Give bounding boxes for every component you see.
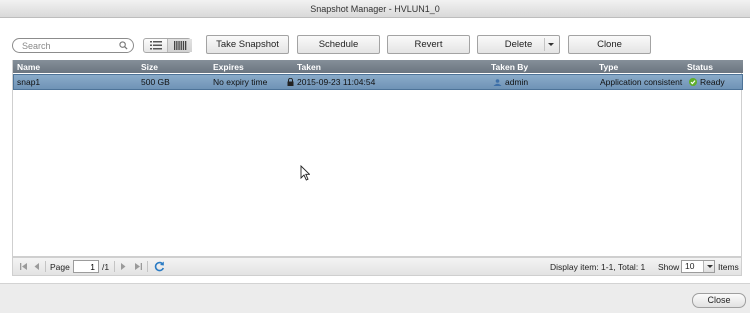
schedule-button[interactable]: Schedule — [297, 35, 380, 54]
row-taken: 2015-09-23 11:04:54 — [287, 75, 375, 89]
search-box[interactable] — [12, 38, 134, 53]
chevron-down-icon[interactable] — [548, 43, 554, 46]
clone-button[interactable]: Clone — [568, 35, 651, 54]
row-status: Ready — [689, 75, 725, 89]
row-taken-by-user: admin — [505, 77, 529, 87]
refresh-icon[interactable] — [154, 258, 165, 275]
column-header-status[interactable]: Status — [687, 60, 713, 73]
view-toggle — [143, 38, 192, 53]
show-label: Show — [658, 261, 680, 272]
window-title: Snapshot Manager - HVLUN1_0 — [0, 0, 750, 18]
column-header-type[interactable]: Type — [599, 60, 618, 73]
column-header-size[interactable]: Size — [141, 60, 158, 73]
ready-check-icon — [689, 78, 697, 86]
row-taken-by: admin — [493, 75, 528, 89]
column-header-taken-by[interactable]: Taken By — [491, 60, 528, 73]
display-item-info: Display item: 1-1, Total: 1 — [550, 261, 646, 272]
table-row[interactable]: snap1 500 GB No expiry time 2015-09-23 1… — [13, 74, 743, 90]
row-status-text: Ready — [700, 77, 725, 87]
total-pages: /1 — [102, 261, 110, 272]
pager-divider — [45, 261, 46, 272]
search-icon[interactable] — [119, 41, 128, 50]
page-size-select[interactable]: 10 — [681, 260, 715, 273]
snapshot-panel: Take Snapshot Schedule Revert Delete Clo… — [0, 18, 750, 283]
user-icon — [493, 78, 502, 86]
page-size-value: 10 — [685, 261, 695, 271]
pagination-bar: Page /1 Display item: 1-1, Total: 1 Show… — [12, 257, 742, 276]
row-name: snap1 — [17, 77, 41, 87]
pager-divider — [114, 261, 115, 272]
row-taken-time: 2015-09-23 11:04:54 — [297, 77, 376, 87]
table-header: Name Size Expires Taken Taken By Type St… — [13, 60, 743, 73]
snapshot-table: Name Size Expires Taken Taken By Type St… — [12, 60, 743, 257]
lock-icon — [287, 78, 294, 86]
column-header-expires[interactable]: Expires — [213, 60, 244, 73]
delete-button[interactable]: Delete — [477, 35, 560, 54]
mouse-cursor-icon — [300, 165, 310, 181]
row-size: 500 GB — [141, 77, 170, 87]
previous-page-icon[interactable] — [33, 258, 41, 275]
first-page-icon[interactable] — [19, 258, 28, 275]
column-header-taken[interactable]: Taken — [297, 60, 321, 73]
row-expires: No expiry time — [213, 77, 268, 87]
timeline-view-icon — [174, 41, 187, 50]
revert-button[interactable]: Revert — [387, 35, 470, 54]
items-label: Items — [718, 261, 739, 272]
list-view-button[interactable] — [144, 39, 168, 52]
delete-button-divider — [544, 38, 545, 51]
delete-button-label: Delete — [504, 39, 533, 50]
page-number-input[interactable] — [73, 260, 99, 273]
timeline-view-button[interactable] — [168, 39, 192, 52]
page-label: Page — [50, 261, 70, 272]
column-header-name[interactable]: Name — [17, 60, 40, 73]
search-input[interactable] — [22, 40, 117, 51]
next-page-icon[interactable] — [119, 258, 127, 275]
row-type: Application consistent — [600, 77, 683, 87]
toolbar: Take Snapshot Schedule Revert Delete Clo… — [0, 18, 750, 60]
last-page-icon[interactable] — [134, 258, 143, 275]
pager-divider — [147, 261, 148, 272]
list-view-icon — [150, 41, 162, 50]
dialog-footer: Close — [0, 283, 750, 313]
close-button[interactable]: Close — [692, 293, 746, 308]
take-snapshot-button[interactable]: Take Snapshot — [206, 35, 289, 54]
chevron-down-icon[interactable] — [703, 261, 714, 272]
